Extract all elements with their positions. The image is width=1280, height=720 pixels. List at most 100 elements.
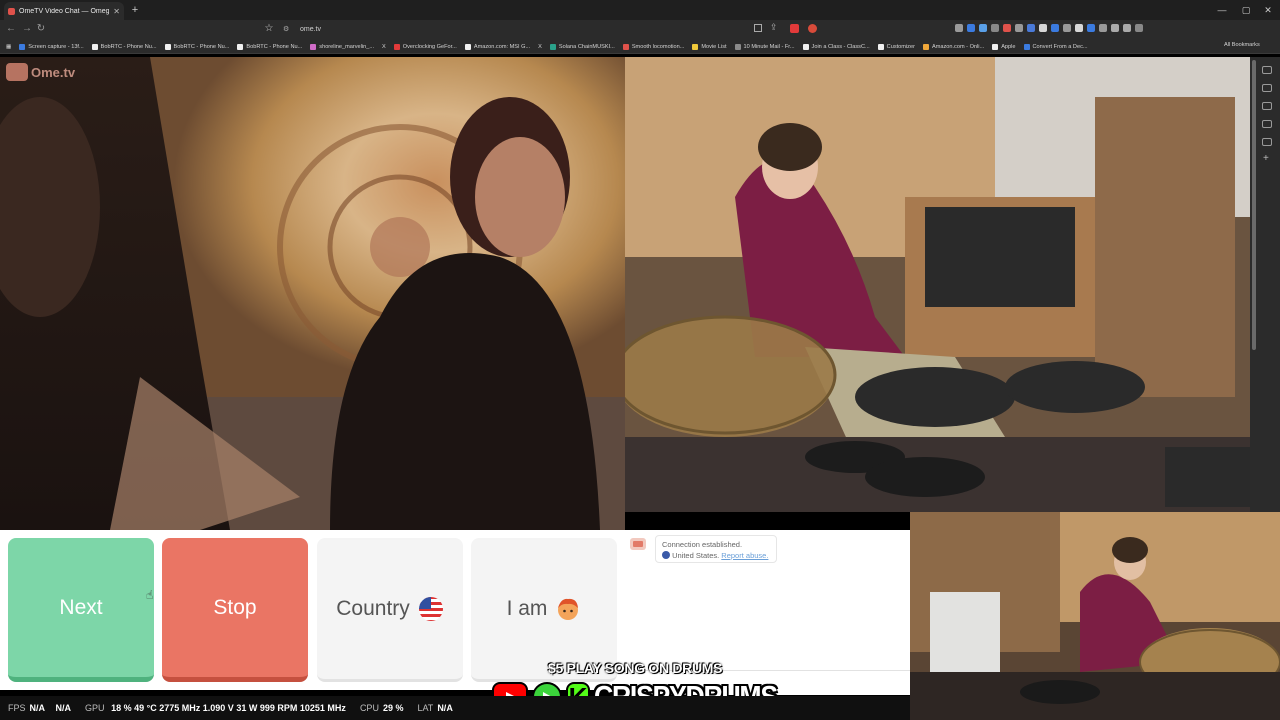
reload-icon[interactable]: ↻ [34, 22, 48, 36]
next-button[interactable]: Next [8, 538, 154, 682]
forward-icon[interactable]: → [20, 22, 34, 36]
local-video-frame [625, 57, 1250, 512]
gpu-power: 31 W [236, 703, 258, 713]
extension-icon[interactable] [991, 24, 999, 32]
ometv-logo: Ome.tv [6, 63, 75, 81]
gpu-fan: 999 RPM [259, 703, 298, 713]
extension-icon[interactable] [979, 24, 987, 32]
bookmark[interactable]: Solana ChainMUSKI... [549, 43, 615, 50]
add-panel-icon[interactable]: + [1263, 153, 1269, 164]
boy-emoji-icon [558, 598, 579, 620]
extension-icon[interactable] [1111, 24, 1119, 32]
bookmark-favicon-icon [19, 43, 26, 50]
gpu-voltage: 1.090 V [202, 703, 234, 713]
side-panel-icon[interactable] [1262, 102, 1272, 110]
gpu-label: GPU [85, 703, 105, 713]
address-bar[interactable]: ome.tv [280, 23, 820, 37]
extension-icon[interactable] [1051, 24, 1059, 32]
bookmark[interactable]: Smooth locomotion... [622, 43, 684, 50]
ometv-logo-text: Ome.tv [31, 64, 76, 80]
all-bookmarks-folder[interactable]: All Bookmarks [1224, 42, 1260, 48]
country-button[interactable]: Country [317, 538, 463, 682]
bookmark-favicon-icon [734, 43, 741, 50]
bookmark[interactable]: X [382, 44, 386, 50]
cpu-usage: 29 % [382, 703, 404, 713]
apps-icon[interactable]: ▦ [6, 44, 11, 50]
gpu-usage: 18 % [111, 703, 132, 713]
extension-icon[interactable] [1003, 24, 1011, 32]
extension-icon[interactable] [1075, 24, 1083, 32]
tab-ometv[interactable]: OmeTV Video Chat — Omeg ✕ [4, 2, 124, 20]
minimize-icon[interactable]: — [1212, 2, 1232, 18]
location-text: United States. [672, 551, 720, 560]
bookmark[interactable]: shoreline_marvelin_... [310, 43, 374, 50]
bookmark[interactable]: 10 Minute Mail - Fr... [734, 43, 795, 50]
us-flag-icon [662, 551, 670, 559]
mouse-cursor-icon: ☝ [146, 588, 154, 602]
bookmark[interactable]: Join a Class - ClassC... [802, 43, 870, 50]
new-tab-button[interactable]: + [128, 3, 142, 17]
extension-icon[interactable] [967, 24, 975, 32]
profile-avatar-icon[interactable] [1123, 24, 1131, 32]
extension-red-icon[interactable] [790, 24, 799, 33]
streamer-camera-frame [910, 512, 1280, 720]
extension-icon[interactable] [1015, 24, 1023, 32]
connection-status: Connection established. [662, 540, 743, 549]
extension-icon[interactable] [1099, 24, 1107, 32]
extension-icon[interactable] [1027, 24, 1035, 32]
bookmark[interactable]: Apple [992, 43, 1016, 50]
i-am-label: I am [506, 596, 548, 620]
bookmark[interactable]: BobRTC - Phone Nu... [164, 43, 230, 50]
country-label: Country [336, 596, 410, 620]
scrollbar-thumb[interactable] [1252, 60, 1256, 350]
bookmark[interactable]: Screen capture - 13f... [19, 43, 84, 50]
close-tab-icon[interactable]: ✕ [113, 7, 120, 16]
local-video [625, 57, 1250, 512]
bookmark-favicon-icon [622, 43, 629, 50]
bookmark-favicon-icon [992, 43, 999, 50]
bookmark[interactable]: BobRTC - Phone Nu... [237, 43, 302, 50]
bookmark[interactable]: Amazon.com - Onli... [922, 43, 984, 50]
close-window-icon[interactable]: ✕ [1258, 2, 1278, 18]
bookmark-label: Apple [1001, 43, 1016, 50]
back-icon[interactable]: ← [4, 22, 18, 36]
menu-icon[interactable] [1135, 24, 1143, 32]
bookmark-label: BobRTC - Phone Nu... [173, 43, 230, 50]
side-panel-icon[interactable] [1262, 138, 1272, 146]
side-panel-icon[interactable] [1262, 66, 1272, 74]
latency-stat: LAT N/A [417, 703, 452, 713]
share-icon[interactable]: ⇪ [770, 22, 778, 33]
stop-button[interactable]: Stop [162, 538, 308, 682]
bookmark[interactable]: BobRTC - Phone Nu... [91, 43, 157, 50]
extension-icon[interactable] [1087, 24, 1095, 32]
report-abuse-link[interactable]: Report abuse. [721, 551, 768, 560]
bookmark[interactable]: Convert From a Dec... [1023, 43, 1088, 50]
bookmark[interactable]: Customizer [877, 43, 915, 50]
streamer-camera [910, 512, 1280, 720]
site-info-icon[interactable]: ⚙ [283, 25, 289, 33]
bookmark-label: X [382, 43, 386, 50]
bookmark-label: Overclocking GeFor... [402, 43, 457, 50]
cast-icon[interactable] [754, 24, 762, 32]
bookmark-label: Screen capture - 13f... [28, 43, 84, 50]
bookmark[interactable]: Movie List [692, 43, 727, 50]
side-panel-icon[interactable] [1262, 84, 1272, 92]
maximize-icon[interactable]: ▢ [1236, 2, 1256, 18]
extensions-tray [955, 24, 1143, 36]
bookmark[interactable]: X [538, 44, 542, 50]
extension-icon[interactable] [1039, 24, 1047, 32]
extension-icon[interactable] [955, 24, 963, 32]
bookmark-favicon-icon [802, 43, 809, 50]
fps-value: N/A [29, 703, 46, 713]
system-message: Connection established. United States. R… [655, 535, 777, 563]
bookmark-label: Solana ChainMUSKI... [558, 43, 615, 50]
bookmark[interactable]: Overclocking GeFor... [393, 43, 457, 50]
bookmark-star-icon[interactable]: ☆ [262, 22, 276, 36]
bookmark-label: Customizer [886, 43, 915, 50]
extension-badge-icon[interactable] [808, 24, 817, 33]
extension-icon[interactable] [1063, 24, 1071, 32]
bookmark[interactable]: Amazon.com: MSI G... [464, 43, 530, 50]
side-panel-icon[interactable] [1262, 120, 1272, 128]
bookmark-favicon-icon [877, 43, 884, 50]
cpu-stat: CPU 29 % [360, 703, 404, 713]
